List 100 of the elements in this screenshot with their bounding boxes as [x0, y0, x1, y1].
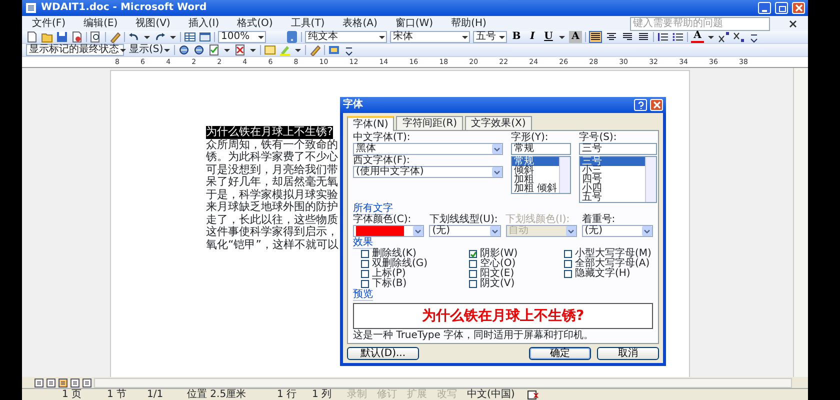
bold-button[interactable]: B: [510, 31, 523, 43]
checkbox[interactable]: [469, 250, 477, 258]
underline-button[interactable]: U: [542, 31, 555, 43]
checkbox[interactable]: [361, 280, 369, 288]
help-button[interactable]: [634, 99, 647, 111]
section-heading: 预览: [353, 290, 373, 301]
dialog-tab[interactable]: 字符间距(R): [396, 116, 464, 130]
list-option[interactable]: 常规: [512, 157, 560, 166]
font-color-select[interactable]: [353, 225, 424, 237]
font-style-field[interactable]: 常规: [511, 143, 572, 155]
alignment-button[interactable]: [605, 31, 618, 43]
list-option[interactable]: 小四: [580, 184, 646, 193]
checkbox[interactable]: [361, 250, 369, 258]
document-cross-icon[interactable]: [234, 44, 246, 56]
normal-view-icon[interactable]: [34, 378, 44, 388]
font-combo[interactable]: 宋体: [390, 31, 470, 43]
chinese-font-select[interactable]: 黑体: [353, 143, 503, 155]
minimize-button[interactable]: [758, 2, 771, 14]
close-icon[interactable]: [788, 18, 798, 28]
list-option[interactable]: 三号: [580, 157, 646, 166]
web-view-icon[interactable]: [46, 378, 56, 388]
checkbox-label[interactable]: 阳文(E): [480, 269, 514, 279]
zoom-combo[interactable]: 100%: [218, 31, 266, 43]
numbered-list-icon[interactable]: [657, 31, 669, 43]
help-search-field[interactable]: 键入需要帮助的问题: [630, 16, 770, 30]
menu-item[interactable]: 帮助(H): [451, 18, 486, 30]
character-shading-button[interactable]: A: [569, 31, 582, 43]
menu-item[interactable]: 格式(O): [237, 18, 273, 30]
checkbox[interactable]: [469, 260, 477, 268]
superscript-icon[interactable]: [718, 31, 730, 43]
menu-item[interactable]: 编辑(E): [84, 18, 118, 30]
style-combo[interactable]: 纯文本: [305, 31, 387, 43]
checkbox-label[interactable]: 全部大写字母(A): [575, 259, 650, 269]
outline-view-icon[interactable]: [70, 378, 80, 388]
checkbox[interactable]: [361, 270, 369, 278]
checkbox[interactable]: [469, 270, 477, 278]
checkbox-label[interactable]: 隐藏文字(H): [575, 269, 630, 279]
close-button[interactable]: [792, 2, 805, 14]
dialog-tab[interactable]: 字体(N): [347, 116, 394, 131]
underline-style-select[interactable]: (无): [429, 225, 500, 237]
checkbox-label[interactable]: 阴影(W): [480, 249, 518, 259]
document-line: 可是没想到，月亮给我们带: [206, 164, 338, 176]
alignment-button[interactable]: [589, 31, 602, 43]
checkbox-label[interactable]: 上标(P): [372, 269, 406, 279]
list-option[interactable]: 倾斜: [512, 166, 560, 175]
western-font-select[interactable]: (使用中文字体): [353, 166, 503, 178]
font-style-list[interactable]: 常规 倾斜 加粗 加粗 倾斜: [511, 156, 572, 194]
bulleted-list-icon[interactable]: [672, 31, 684, 43]
menu-item[interactable]: 视图(V): [136, 18, 170, 30]
show-menu-button[interactable]: 显示(S): [127, 44, 172, 56]
print-view-icon[interactable]: [58, 378, 68, 388]
screen-icon[interactable]: [328, 44, 340, 56]
checkbox[interactable]: [564, 260, 572, 268]
menu-item[interactable]: 文件(F): [32, 18, 66, 30]
dialog-button[interactable]: 确定: [529, 347, 591, 360]
checkbox[interactable]: [469, 280, 477, 288]
checkbox-label[interactable]: 删除线(K): [372, 249, 416, 259]
alignment-button[interactable]: [637, 31, 650, 43]
list-option[interactable]: 小三: [580, 166, 646, 175]
dialog-button[interactable]: 默认(D)...: [347, 347, 419, 360]
vertical-scrollbar[interactable]: [793, 68, 808, 377]
close-button[interactable]: [650, 99, 663, 111]
checkbox-label[interactable]: 小型大写字母(M): [575, 249, 652, 259]
status-item: 1 行: [277, 388, 298, 400]
subscript-icon[interactable]: [733, 31, 745, 43]
undo-icon[interactable]: [128, 31, 140, 43]
horizontal-scrollbar[interactable]: [94, 378, 792, 388]
menu-item[interactable]: 工具(T): [290, 18, 325, 30]
checkbox[interactable]: [564, 250, 572, 258]
reading-view-icon[interactable]: [82, 378, 92, 388]
font-size-field[interactable]: 三号: [579, 143, 658, 155]
italic-button[interactable]: I: [526, 31, 539, 43]
alignment-button[interactable]: [621, 31, 634, 43]
font-size-combo[interactable]: 五号: [473, 31, 507, 43]
checkbox-label[interactable]: 双删除线(G): [372, 259, 428, 269]
document-check-icon[interactable]: [208, 44, 220, 56]
checkbox[interactable]: [361, 260, 369, 268]
status-item: 1 节: [107, 388, 128, 400]
list-option[interactable]: 加粗: [512, 175, 560, 184]
redo-icon[interactable]: [154, 31, 166, 43]
restore-button[interactable]: [775, 2, 788, 14]
dialog-tab[interactable]: 文字效果(X): [465, 116, 532, 130]
table-icon[interactable]: [184, 31, 196, 43]
checkbox-label[interactable]: 空心(O): [480, 259, 516, 269]
window-icon[interactable]: [199, 31, 211, 43]
menu-item[interactable]: 插入(I): [188, 18, 220, 30]
magnifier-icon[interactable]: [90, 31, 102, 43]
dialog-button[interactable]: 取消: [597, 347, 659, 360]
list-option[interactable]: 加粗 倾斜: [512, 184, 560, 193]
checkbox-label[interactable]: 下标(B): [372, 279, 407, 289]
emphasis-mark-select[interactable]: (无): [582, 225, 653, 237]
document-line: 于是，科学家模拟月球实验: [206, 188, 338, 200]
list-option[interactable]: 四号: [580, 175, 646, 184]
font-size-list[interactable]: 三号 小三 四号 小四 五号: [579, 156, 658, 203]
list-option[interactable]: 五号: [580, 193, 646, 202]
checkbox[interactable]: [564, 270, 572, 278]
menu-item[interactable]: 表格(A): [342, 18, 378, 30]
window-title: WDAIT1.doc - Microsoft Word: [41, 2, 207, 14]
checkbox-label[interactable]: 阴文(V): [480, 279, 515, 289]
menu-item[interactable]: 窗口(W): [395, 18, 434, 30]
